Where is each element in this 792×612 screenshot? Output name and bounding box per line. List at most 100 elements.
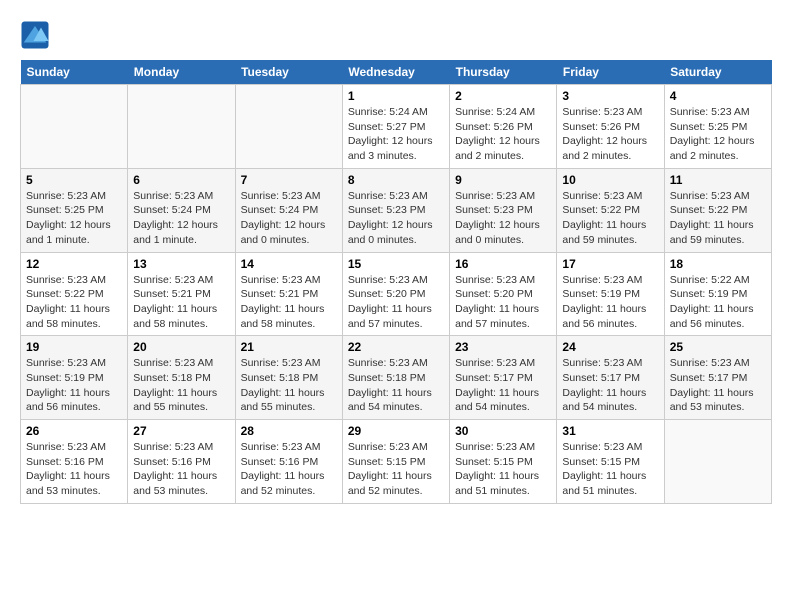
day-info: Sunrise: 5:23 AMSunset: 5:15 PMDaylight:… bbox=[562, 440, 658, 499]
day-info: Sunrise: 5:23 AMSunset: 5:17 PMDaylight:… bbox=[562, 356, 658, 415]
header-day-sunday: Sunday bbox=[21, 60, 128, 85]
calendar-table: SundayMondayTuesdayWednesdayThursdayFrid… bbox=[20, 60, 772, 504]
day-info: Sunrise: 5:23 AMSunset: 5:22 PMDaylight:… bbox=[26, 273, 122, 332]
day-number: 12 bbox=[26, 257, 122, 271]
day-cell: 22 Sunrise: 5:23 AMSunset: 5:18 PMDayligh… bbox=[342, 336, 449, 420]
day-info: Sunrise: 5:23 AMSunset: 5:16 PMDaylight:… bbox=[241, 440, 337, 499]
day-info: Sunrise: 5:24 AMSunset: 5:26 PMDaylight:… bbox=[455, 105, 551, 164]
day-number: 5 bbox=[26, 173, 122, 187]
day-cell: 28 Sunrise: 5:23 AMSunset: 5:16 PMDayligh… bbox=[235, 420, 342, 504]
day-number: 1 bbox=[348, 89, 444, 103]
day-number: 6 bbox=[133, 173, 229, 187]
day-cell: 11 Sunrise: 5:23 AMSunset: 5:22 PMDayligh… bbox=[664, 168, 771, 252]
week-row-5: 26 Sunrise: 5:23 AMSunset: 5:16 PMDayligh… bbox=[21, 420, 772, 504]
day-cell: 5 Sunrise: 5:23 AMSunset: 5:25 PMDaylight… bbox=[21, 168, 128, 252]
header-day-friday: Friday bbox=[557, 60, 664, 85]
day-cell: 3 Sunrise: 5:23 AMSunset: 5:26 PMDaylight… bbox=[557, 85, 664, 169]
logo bbox=[20, 20, 54, 50]
day-info: Sunrise: 5:23 AMSunset: 5:25 PMDaylight:… bbox=[26, 189, 122, 248]
week-row-2: 5 Sunrise: 5:23 AMSunset: 5:25 PMDaylight… bbox=[21, 168, 772, 252]
day-info: Sunrise: 5:23 AMSunset: 5:22 PMDaylight:… bbox=[562, 189, 658, 248]
header-day-monday: Monday bbox=[128, 60, 235, 85]
day-number: 28 bbox=[241, 424, 337, 438]
header-day-tuesday: Tuesday bbox=[235, 60, 342, 85]
day-info: Sunrise: 5:24 AMSunset: 5:27 PMDaylight:… bbox=[348, 105, 444, 164]
week-row-4: 19 Sunrise: 5:23 AMSunset: 5:19 PMDayligh… bbox=[21, 336, 772, 420]
day-number: 16 bbox=[455, 257, 551, 271]
day-info: Sunrise: 5:23 AMSunset: 5:22 PMDaylight:… bbox=[670, 189, 766, 248]
day-info: Sunrise: 5:23 AMSunset: 5:21 PMDaylight:… bbox=[241, 273, 337, 332]
week-row-1: 1 Sunrise: 5:24 AMSunset: 5:27 PMDaylight… bbox=[21, 85, 772, 169]
day-number: 17 bbox=[562, 257, 658, 271]
day-cell: 18 Sunrise: 5:22 AMSunset: 5:19 PMDayligh… bbox=[664, 252, 771, 336]
day-number: 29 bbox=[348, 424, 444, 438]
day-cell: 24 Sunrise: 5:23 AMSunset: 5:17 PMDayligh… bbox=[557, 336, 664, 420]
day-cell: 1 Sunrise: 5:24 AMSunset: 5:27 PMDaylight… bbox=[342, 85, 449, 169]
day-cell: 19 Sunrise: 5:23 AMSunset: 5:19 PMDayligh… bbox=[21, 336, 128, 420]
day-cell: 13Sunrise: 5:23 AMSunset: 5:21 PMDayligh… bbox=[128, 252, 235, 336]
day-number: 7 bbox=[241, 173, 337, 187]
day-number: 20 bbox=[133, 340, 229, 354]
day-info: Sunrise: 5:23 AMSunset: 5:23 PMDaylight:… bbox=[455, 189, 551, 248]
day-number: 14 bbox=[241, 257, 337, 271]
day-cell: 30 Sunrise: 5:23 AMSunset: 5:15 PMDayligh… bbox=[450, 420, 557, 504]
day-info: Sunrise: 5:23 AMSunset: 5:15 PMDaylight:… bbox=[455, 440, 551, 499]
day-number: 21 bbox=[241, 340, 337, 354]
day-info: Sunrise: 5:23 AMSunset: 5:20 PMDaylight:… bbox=[455, 273, 551, 332]
day-cell bbox=[128, 85, 235, 169]
day-info: Sunrise: 5:23 AMSunset: 5:15 PMDaylight:… bbox=[348, 440, 444, 499]
logo-icon bbox=[20, 20, 50, 50]
day-cell: 29 Sunrise: 5:23 AMSunset: 5:15 PMDayligh… bbox=[342, 420, 449, 504]
day-info: Sunrise: 5:23 AMSunset: 5:17 PMDaylight:… bbox=[670, 356, 766, 415]
page-header bbox=[20, 20, 772, 50]
day-info: Sunrise: 5:23 AMSunset: 5:18 PMDaylight:… bbox=[241, 356, 337, 415]
day-cell: 12 Sunrise: 5:23 AMSunset: 5:22 PMDayligh… bbox=[21, 252, 128, 336]
header-row: SundayMondayTuesdayWednesdayThursdayFrid… bbox=[21, 60, 772, 85]
day-cell bbox=[664, 420, 771, 504]
day-info: Sunrise: 5:23 AMSunset: 5:16 PMDaylight:… bbox=[133, 440, 229, 499]
day-cell: 27Sunrise: 5:23 AMSunset: 5:16 PMDayligh… bbox=[128, 420, 235, 504]
day-cell bbox=[235, 85, 342, 169]
day-number: 9 bbox=[455, 173, 551, 187]
day-cell: 7 Sunrise: 5:23 AMSunset: 5:24 PMDaylight… bbox=[235, 168, 342, 252]
day-cell: 15Sunrise: 5:23 AMSunset: 5:20 PMDayligh… bbox=[342, 252, 449, 336]
day-info: Sunrise: 5:23 AMSunset: 5:26 PMDaylight:… bbox=[562, 105, 658, 164]
day-number: 8 bbox=[348, 173, 444, 187]
header-day-saturday: Saturday bbox=[664, 60, 771, 85]
day-cell: 17 Sunrise: 5:23 AMSunset: 5:19 PMDayligh… bbox=[557, 252, 664, 336]
day-number: 13 bbox=[133, 257, 229, 271]
calendar-body: 1 Sunrise: 5:24 AMSunset: 5:27 PMDaylight… bbox=[21, 85, 772, 504]
day-number: 31 bbox=[562, 424, 658, 438]
day-info: Sunrise: 5:23 AMSunset: 5:18 PMDaylight:… bbox=[348, 356, 444, 415]
day-cell bbox=[21, 85, 128, 169]
week-row-3: 12 Sunrise: 5:23 AMSunset: 5:22 PMDayligh… bbox=[21, 252, 772, 336]
day-info: Sunrise: 5:23 AMSunset: 5:19 PMDaylight:… bbox=[26, 356, 122, 415]
day-number: 4 bbox=[670, 89, 766, 103]
day-cell: 4Sunrise: 5:23 AMSunset: 5:25 PMDaylight… bbox=[664, 85, 771, 169]
day-cell: 21 Sunrise: 5:23 AMSunset: 5:18 PMDayligh… bbox=[235, 336, 342, 420]
day-cell: 2Sunrise: 5:24 AMSunset: 5:26 PMDaylight… bbox=[450, 85, 557, 169]
day-number: 3 bbox=[562, 89, 658, 103]
day-cell: 10 Sunrise: 5:23 AMSunset: 5:22 PMDayligh… bbox=[557, 168, 664, 252]
day-info: Sunrise: 5:23 AMSunset: 5:24 PMDaylight:… bbox=[133, 189, 229, 248]
day-number: 10 bbox=[562, 173, 658, 187]
day-info: Sunrise: 5:22 AMSunset: 5:19 PMDaylight:… bbox=[670, 273, 766, 332]
day-info: Sunrise: 5:23 AMSunset: 5:24 PMDaylight:… bbox=[241, 189, 337, 248]
day-number: 25 bbox=[670, 340, 766, 354]
header-day-wednesday: Wednesday bbox=[342, 60, 449, 85]
day-cell: 25 Sunrise: 5:23 AMSunset: 5:17 PMDayligh… bbox=[664, 336, 771, 420]
day-number: 22 bbox=[348, 340, 444, 354]
day-number: 19 bbox=[26, 340, 122, 354]
day-info: Sunrise: 5:23 AMSunset: 5:18 PMDaylight:… bbox=[133, 356, 229, 415]
day-info: Sunrise: 5:23 AMSunset: 5:19 PMDaylight:… bbox=[562, 273, 658, 332]
day-number: 26 bbox=[26, 424, 122, 438]
day-number: 24 bbox=[562, 340, 658, 354]
day-cell: 20 Sunrise: 5:23 AMSunset: 5:18 PMDayligh… bbox=[128, 336, 235, 420]
day-number: 11 bbox=[670, 173, 766, 187]
day-cell: 26Sunrise: 5:23 AMSunset: 5:16 PMDayligh… bbox=[21, 420, 128, 504]
day-info: Sunrise: 5:23 AMSunset: 5:17 PMDaylight:… bbox=[455, 356, 551, 415]
day-number: 18 bbox=[670, 257, 766, 271]
day-info: Sunrise: 5:23 AMSunset: 5:20 PMDaylight:… bbox=[348, 273, 444, 332]
day-cell: 31 Sunrise: 5:23 AMSunset: 5:15 PMDayligh… bbox=[557, 420, 664, 504]
day-number: 30 bbox=[455, 424, 551, 438]
